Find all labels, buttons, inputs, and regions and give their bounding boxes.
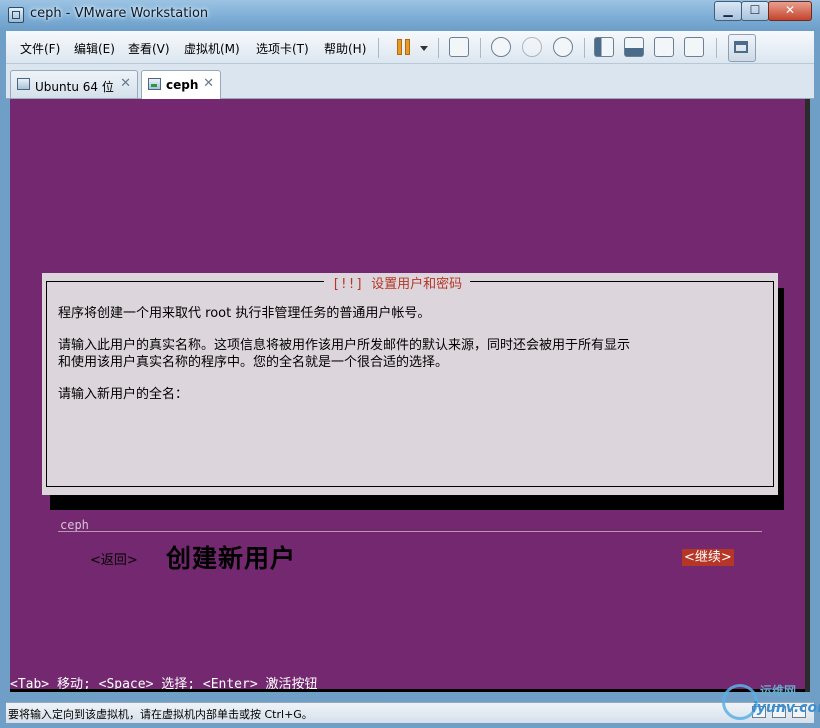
console-bottom-edge — [10, 689, 810, 692]
menu-edit[interactable]: 编辑(E) — [74, 40, 115, 57]
input-underline — [58, 531, 762, 532]
toolbar-separator — [584, 38, 585, 58]
watermark: 运维网 iyunv.com — [722, 682, 820, 722]
toolbar-separator — [378, 38, 379, 58]
menu-toolbar: 文件(F) 编辑(E) 查看(V) 虚拟机(M) 选项卡(T) 帮助(H) — [6, 31, 814, 64]
status-bar: 要将输入定向到该虚拟机，请在虚拟机内部单击或按 Ctrl+G。 — [6, 702, 814, 723]
dialog-title: [!!] 设置用户和密码 — [324, 273, 471, 292]
menu-vm[interactable]: 虚拟机(M) — [184, 40, 240, 57]
toolbar-separator — [716, 38, 717, 58]
network-icon[interactable] — [449, 37, 469, 57]
fullscreen-icon[interactable] — [654, 37, 674, 57]
description-line: 程序将创建一个用来取代 root 执行非管理任务的普通用户帐号。 — [58, 306, 431, 321]
fullname-prompt: 请输入新用户的全名： — [58, 387, 189, 402]
toolbar-separator — [480, 38, 481, 58]
menu-help[interactable]: 帮助(H) — [324, 40, 366, 57]
status-text: 要将输入定向到该虚拟机，请在虚拟机内部单击或按 Ctrl+G。 — [8, 708, 313, 721]
description-line: 和使用该用户真实名称的程序中。您的全名就是一个很合适的选择。 — [58, 355, 449, 370]
title-bar[interactable]: ceph - VMware Workstation ▁ ☐ ✕ — [0, 0, 820, 30]
menu-tabs[interactable]: 选项卡(T) — [256, 40, 309, 57]
snapshot-manager-icon[interactable] — [553, 37, 573, 57]
annotation-caption: 创建新用户 — [166, 544, 297, 573]
vm-console[interactable]: [!!] 设置用户和密码 程序将创建一个用来取代 root 执行非管理任务的普通… — [10, 99, 810, 692]
back-button[interactable]: <返回> — [90, 549, 138, 568]
close-icon[interactable]: ✕ — [120, 76, 131, 91]
snapshot-revert-icon[interactable] — [522, 37, 542, 57]
menu-view[interactable]: 查看(V) — [128, 40, 170, 57]
tab-label: ceph — [166, 78, 199, 92]
unity-icon[interactable] — [684, 37, 704, 57]
tab-label: Ubuntu 64 位 — [35, 80, 114, 94]
console-right-edge — [805, 99, 810, 692]
tab-ceph[interactable]: ceph ✕ — [141, 70, 221, 99]
continue-button[interactable]: <继续> — [682, 549, 734, 566]
pause-icon[interactable] — [397, 39, 411, 55]
vm-icon — [17, 78, 30, 90]
thumbnail-bar-icon[interactable] — [624, 37, 644, 57]
close-icon[interactable]: ✕ — [203, 76, 214, 91]
watermark-url: iyunv.com — [752, 700, 820, 716]
toolbar-separator — [438, 38, 439, 58]
snapshot-take-icon[interactable] — [491, 37, 511, 57]
tab-ubuntu[interactable]: Ubuntu 64 位 ✕ — [10, 70, 138, 98]
minimize-button[interactable]: ▁ — [714, 1, 742, 21]
vm-running-icon — [148, 78, 161, 90]
window-controls: ▁ ☐ ✕ — [714, 1, 812, 21]
tab-bar: Ubuntu 64 位 ✕ ceph ✕ — [6, 64, 814, 99]
watermark-text: 运维网 — [760, 684, 797, 698]
menu-file[interactable]: 文件(F) — [20, 40, 60, 57]
installer-dialog: [!!] 设置用户和密码 程序将创建一个用来取代 root 执行非管理任务的普通… — [42, 273, 778, 573]
maximize-button[interactable]: ☐ — [741, 1, 769, 21]
close-button[interactable]: ✕ — [768, 1, 812, 21]
sidebar-icon[interactable] — [594, 37, 614, 57]
console-view-icon[interactable] — [728, 34, 756, 62]
window-title: ceph - VMware Workstation — [30, 6, 209, 21]
fullname-input[interactable] — [58, 517, 762, 532]
vmware-app-icon — [8, 7, 24, 23]
chevron-down-icon[interactable] — [420, 46, 428, 51]
